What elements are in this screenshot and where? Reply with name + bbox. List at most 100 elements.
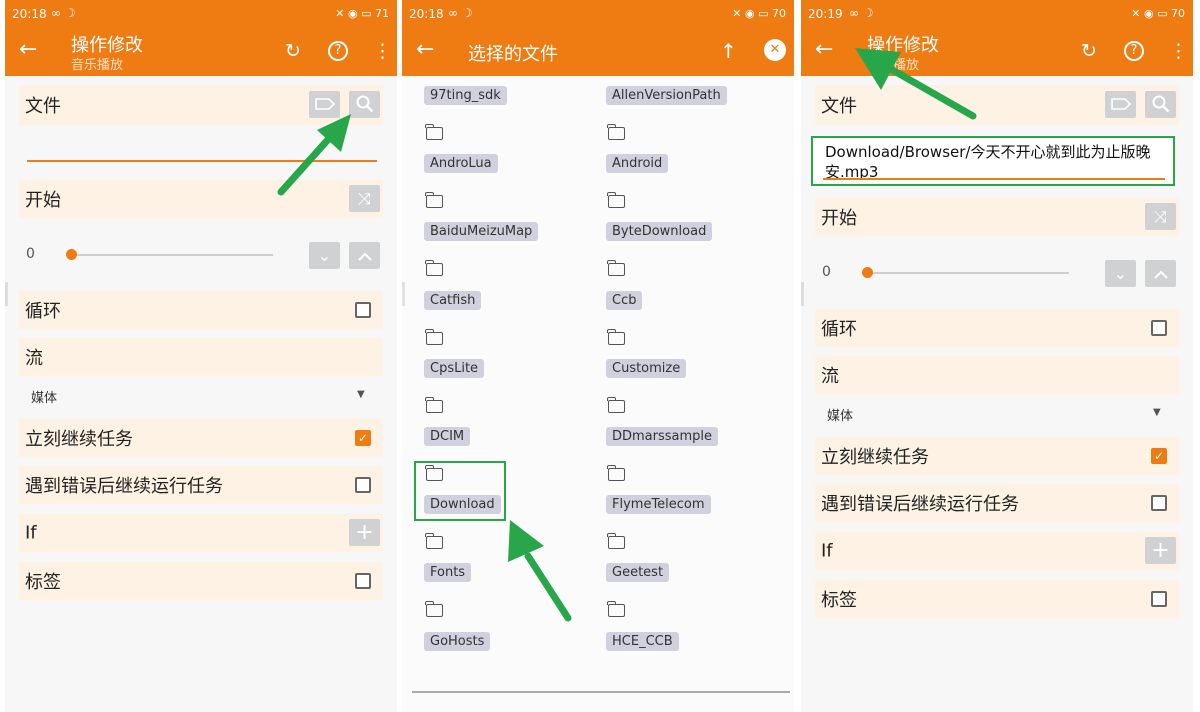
file-input-underline[interactable]: [27, 160, 377, 162]
back-arrow-icon[interactable]: ←: [19, 38, 37, 62]
dropdown-caret-icon[interactable]: ▼: [1153, 407, 1161, 418]
continue-on-error-checkbox[interactable]: [1151, 495, 1167, 511]
folder-icon[interactable]: [607, 601, 625, 618]
folder-icon[interactable]: [425, 601, 443, 618]
app-toolbar: ← 操作修改 音乐播放 ↻ ? ⋮: [801, 28, 1193, 76]
folder-item[interactable]: AllenVersionPath: [606, 86, 727, 105]
scroll-edge: [402, 282, 405, 306]
shuffle-icon[interactable]: ⤨: [1145, 203, 1176, 230]
if-label: If: [821, 540, 833, 562]
continue-on-error-row[interactable]: 遇到错误后继续运行任务: [815, 484, 1179, 522]
search-icon[interactable]: [349, 91, 380, 118]
tag-icon[interactable]: [1105, 91, 1136, 118]
slider-thumb[interactable]: [862, 267, 873, 278]
continue-on-error-checkbox[interactable]: [355, 477, 371, 493]
folder-item[interactable]: AndroLua: [424, 154, 498, 174]
folder-item[interactable]: 97ting_sdk: [424, 86, 507, 105]
increment-chevron-up-icon[interactable]: [349, 242, 380, 269]
folder-icon[interactable]: [607, 465, 625, 481]
folder-item[interactable]: ByteDownload: [606, 222, 713, 242]
loop-row[interactable]: 循环: [815, 309, 1179, 347]
status-icons-right: ✕ ◉ ▭ 70: [1131, 7, 1185, 20]
folder-icon[interactable]: [425, 396, 443, 413]
folder-icon[interactable]: [607, 328, 625, 345]
add-condition-plus-icon[interactable]: +: [349, 519, 380, 546]
folder-icon[interactable]: [425, 124, 443, 140]
search-icon[interactable]: [1145, 91, 1176, 118]
slider-value: 0: [26, 246, 35, 262]
continue-row[interactable]: 立刻继续任务 ✓: [815, 437, 1179, 475]
folder-icon[interactable]: [607, 533, 625, 550]
folder-icon[interactable]: [425, 533, 443, 550]
stream-row: 流: [19, 338, 383, 376]
folder-icon[interactable]: [607, 124, 625, 140]
add-condition-plus-icon[interactable]: +: [1145, 537, 1176, 564]
dropdown-caret-icon[interactable]: ▼: [357, 389, 365, 400]
slider-thumb[interactable]: [66, 249, 77, 260]
folder-icon[interactable]: [607, 260, 625, 277]
stream-select-value[interactable]: 媒体: [31, 387, 57, 406]
stream-label: 流: [25, 348, 43, 369]
folder-item[interactable]: GoHosts: [424, 631, 491, 651]
folder-item[interactable]: DDmarssample: [606, 427, 719, 446]
page-title: 选择的文件: [468, 44, 558, 65]
increment-chevron-up-icon[interactable]: [1145, 260, 1176, 287]
file-path-input[interactable]: Download/Browser/今天不开心就到此为止版晚安.mp3: [811, 136, 1175, 186]
shuffle-icon[interactable]: ⤨: [349, 185, 380, 212]
folder-icon[interactable]: [607, 192, 625, 209]
if-label: If: [25, 522, 37, 544]
loop-row[interactable]: 循环: [19, 291, 383, 329]
status-network-icons: ✕ ◉ ▭: [732, 7, 769, 20]
tag-checkbox[interactable]: [1151, 591, 1167, 607]
continue-label: 立刻继续任务: [25, 429, 133, 450]
folder-item[interactable]: CpsLite: [424, 358, 485, 378]
folder-icon[interactable]: [425, 260, 443, 277]
loop-checkbox[interactable]: [1151, 320, 1167, 336]
close-icon[interactable]: ✕: [764, 39, 786, 61]
slider-value: 0: [822, 264, 831, 280]
continue-checkbox-checked[interactable]: ✓: [355, 430, 371, 446]
more-menu-icon[interactable]: ⋮: [373, 40, 392, 62]
decrement-chevron-down-icon[interactable]: ⌄: [309, 242, 340, 269]
refresh-icon[interactable]: ↻: [285, 40, 301, 62]
slider-track[interactable]: [71, 254, 273, 256]
continue-label: 立刻继续任务: [821, 447, 929, 468]
tag-checkbox[interactable]: [355, 573, 371, 589]
folder-item[interactable]: Fonts: [424, 563, 472, 583]
folder-item[interactable]: BaiduMeizuMap: [424, 222, 539, 242]
screen-action-edit-after: 20:19 ∞ ☽ ✕ ◉ ▭ 70 ← 操作修改 音乐播放 ↻ ? ⋮ 文件 …: [801, 0, 1193, 712]
folder-item[interactable]: Android: [606, 154, 669, 174]
screen-file-chooser: 20:18 ∞ ☽ ✕ ◉ ▭ 70 ← 选择的文件 ↑ ✕ 97ting_sd…: [402, 0, 794, 712]
folder-item[interactable]: FlymeTelecom: [606, 495, 711, 515]
back-arrow-icon[interactable]: ←: [416, 38, 434, 62]
refresh-icon[interactable]: ↻: [1081, 40, 1097, 62]
help-icon[interactable]: ?: [1124, 41, 1144, 61]
back-arrow-icon[interactable]: ←: [815, 38, 833, 62]
folder-item[interactable]: Ccb: [606, 290, 643, 310]
folder-icon[interactable]: [607, 396, 625, 413]
file-path-value: Download/Browser/今天不开心就到此为止版晚安.mp3: [825, 143, 1151, 181]
folder-icon[interactable]: [425, 192, 443, 209]
tag-icon[interactable]: [309, 91, 340, 118]
slider-track[interactable]: [867, 272, 1069, 274]
folder-icon[interactable]: [425, 328, 443, 345]
tag-row[interactable]: 标签: [815, 580, 1179, 618]
continue-on-error-row[interactable]: 遇到错误后继续运行任务: [19, 466, 383, 504]
continue-checkbox-checked[interactable]: ✓: [1151, 448, 1167, 464]
continue-row[interactable]: 立刻继续任务 ✓: [19, 419, 383, 457]
stream-select-value[interactable]: 媒体: [827, 405, 853, 424]
tag-row[interactable]: 标签: [19, 562, 383, 600]
more-menu-icon[interactable]: ⋮: [1169, 40, 1188, 62]
stream-label: 流: [821, 366, 839, 387]
parent-folder-up-arrow-icon[interactable]: ↑: [720, 40, 737, 62]
folder-item[interactable]: Catfish: [424, 290, 482, 310]
folder-item[interactable]: HCE_CCB: [606, 631, 679, 651]
folder-item[interactable]: DCIM: [424, 427, 471, 446]
file-row: 文件: [19, 85, 383, 125]
decrement-chevron-down-icon[interactable]: ⌄: [1105, 260, 1136, 287]
status-icons-left: ∞ ☽: [448, 6, 473, 20]
help-icon[interactable]: ?: [328, 41, 348, 61]
folder-item[interactable]: Geetest: [606, 563, 670, 583]
loop-checkbox[interactable]: [355, 302, 371, 318]
folder-item[interactable]: Customize: [606, 358, 687, 378]
